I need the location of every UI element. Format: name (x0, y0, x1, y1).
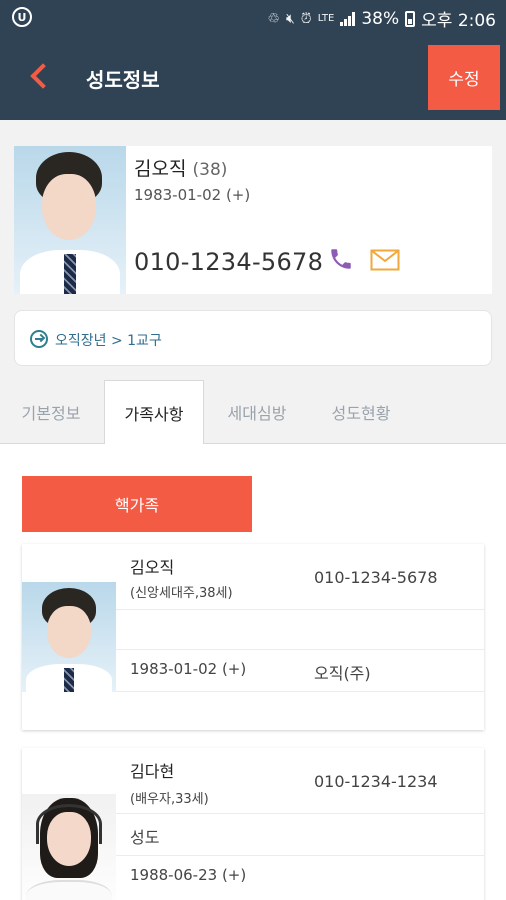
member-photo (22, 582, 116, 692)
lte-indicator: LTE (317, 13, 335, 24)
member-relation: (배우자,33세) (130, 792, 209, 807)
mail-icon[interactable] (370, 249, 400, 271)
app-bar: 성도정보 수정 (0, 34, 506, 120)
tab-basic-info[interactable]: 기본정보 (8, 380, 94, 444)
member-name: 김오직 (130, 558, 175, 577)
family-panel: 핵가족 김오직 (신앙세대주,38세) 010-1234-5678 1983-0… (0, 444, 506, 900)
family-member-card[interactable]: 김다현 (배우자,33세) 010-1234-1234 성도 1988-06-2… (22, 748, 484, 900)
profile-phone[interactable]: 010-1234-5678 (134, 248, 323, 276)
battery-percent: 38% (361, 8, 400, 29)
profile-name-text: 김오직 (134, 158, 187, 180)
mute-icon: 🔇︎ (285, 10, 295, 27)
group-path: 오직장년 > 1교구 (55, 333, 162, 349)
member-role: 성도 (130, 828, 160, 847)
battery-icon (405, 10, 416, 27)
profile-card: 김오직 (38) 1983-01-02 (+) 010-1234-5678 (14, 146, 492, 294)
page-title: 성도정보 (86, 68, 160, 92)
signal-icon (340, 11, 356, 26)
member-name: 김다현 (130, 762, 175, 781)
status-icons: ♲ 🔇︎ ⏰︎ LTE 38% 오후 2:06 (267, 6, 496, 32)
status-bar: U ♲ 🔇︎ ⏰︎ LTE 38% 오후 2:06 (0, 0, 506, 34)
member-photo (22, 794, 116, 900)
arrow-circle-icon (30, 330, 48, 348)
recycle-icon: ♲ (267, 10, 280, 27)
tab-bar: 기본정보 가족사항 세대심방 성도현황 (0, 380, 506, 445)
member-birthdate: 1988-06-23 (+) (130, 866, 247, 884)
profile-birthdate: 1983-01-02 (+) (134, 186, 251, 204)
family-member-card[interactable]: 김오직 (신앙세대주,38세) 010-1234-5678 1983-01-02… (22, 544, 484, 730)
member-row (116, 610, 484, 650)
profile-name: 김오직 (38) (134, 154, 227, 181)
tab-family[interactable]: 가족사항 (104, 380, 204, 445)
alarm-icon: ⏰︎ (300, 10, 312, 27)
app-notification-icon: U (12, 7, 32, 27)
member-relation: (신앙세대주,38세) (130, 586, 233, 601)
group-path-card[interactable]: 오직장년 > 1교구 (14, 310, 492, 366)
member-phone[interactable]: 010-1234-1234 (314, 772, 438, 791)
member-title: 오직(주) (314, 664, 371, 683)
edit-button[interactable]: 수정 (428, 45, 500, 110)
nuclear-family-button[interactable]: 핵가족 (22, 476, 252, 532)
tab-member-status[interactable]: 성도현황 (318, 380, 404, 444)
member-phone[interactable]: 010-1234-5678 (314, 568, 438, 587)
clock: 오후 2:06 (421, 11, 496, 31)
phone-call-icon[interactable] (328, 246, 354, 272)
profile-photo (14, 146, 126, 294)
profile-age: (38) (192, 160, 228, 180)
back-arrow-icon[interactable] (26, 62, 56, 92)
member-birthdate: 1983-01-02 (+) (130, 660, 247, 678)
member-row (116, 814, 484, 856)
tab-household-visit[interactable]: 세대심방 (214, 380, 300, 444)
